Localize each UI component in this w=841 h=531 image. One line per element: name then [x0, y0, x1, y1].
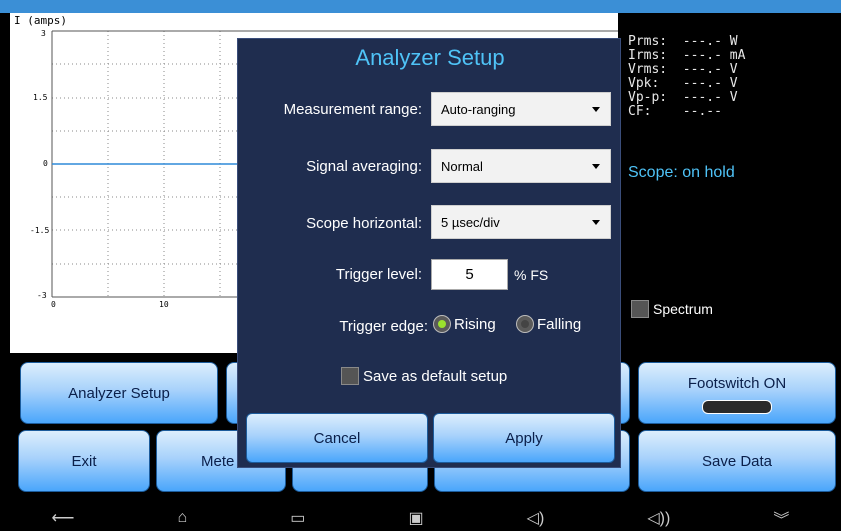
save-default-checkbox[interactable] [341, 367, 359, 385]
spectrum-label: Spectrum [653, 301, 713, 317]
y-tick-label: -3 [37, 291, 47, 300]
menu-icon[interactable]: ︾ [773, 506, 789, 530]
y-tick-label: 0 [43, 159, 48, 168]
dropdown-arrow-icon [592, 220, 600, 225]
x-tick-label: 0 [51, 300, 56, 309]
analyzer-setup-button[interactable]: Analyzer Setup [20, 362, 218, 424]
home-icon[interactable]: ⌂ [178, 509, 188, 527]
analyzer-setup-dialog: Analyzer Setup Measurement range: Auto-r… [237, 38, 621, 468]
trigger-edge-label: Trigger edge: [339, 318, 428, 335]
spectrum-toggle[interactable]: Spectrum [631, 300, 713, 318]
falling-label: Falling [537, 315, 582, 333]
trigger-edge-falling-option[interactable]: Falling [516, 315, 581, 333]
trigger-level-input[interactable]: 5 [431, 259, 508, 290]
screenshot-icon[interactable]: ▣ [408, 508, 423, 528]
dialog-title: Analyzer Setup [355, 45, 505, 70]
save-data-button[interactable]: Save Data [638, 430, 836, 492]
footswitch-label: Footswitch ON [687, 375, 787, 392]
dropdown-arrow-icon [592, 164, 600, 169]
falling-radio[interactable] [516, 315, 534, 333]
apply-button[interactable]: Apply [433, 413, 615, 463]
measurement-range-value: Auto-ranging [441, 101, 516, 117]
rising-radio[interactable] [433, 315, 451, 333]
footswitch-button[interactable]: Footswitch ON [638, 362, 836, 424]
measurement-readouts: Prms: ---.- W Irms: ---.- mA Vrms: ---.-… [628, 35, 833, 119]
readout-cf: CF: --.-- [628, 104, 722, 119]
readout-prms: Prms: ---.- W [628, 34, 738, 49]
readout-vrms: Vrms: ---.- V [628, 62, 738, 77]
dropdown-arrow-icon [592, 107, 600, 112]
y-tick-label: 1.5 [33, 93, 48, 102]
trigger-level-label: Trigger level: [335, 266, 422, 283]
spectrum-checkbox[interactable] [631, 300, 649, 318]
exit-button[interactable]: Exit [18, 430, 150, 492]
scope-status: Scope: on hold [628, 164, 735, 181]
top-status-bar [0, 0, 841, 13]
save-default-label: Save as default setup [363, 367, 508, 385]
footswitch-indicator [702, 400, 772, 414]
measurement-range-label: Measurement range: [283, 101, 422, 118]
system-navigation-bar: ⟵ ⌂ ▭ ▣ ◁) ◁)) ︾ [0, 505, 841, 531]
radio-unselected-dot [521, 320, 529, 328]
measurement-range-select[interactable]: Auto-ranging [431, 92, 611, 126]
readout-vpk: Vpk: ---.- V [628, 76, 738, 91]
volume-up-icon[interactable]: ◁)) [647, 508, 670, 528]
y-tick-label: -1.5 [30, 226, 50, 235]
volume-down-icon[interactable]: ◁) [527, 508, 545, 528]
trigger-level-unit: % FS [514, 267, 549, 283]
x-tick-label: 10 [159, 300, 169, 309]
back-icon[interactable]: ⟵ [52, 508, 75, 528]
trigger-edge-rising-option[interactable]: Rising [433, 315, 496, 333]
scope-horizontal-label: Scope horizontal: [306, 215, 422, 232]
readout-irms: Irms: ---.- mA [628, 48, 746, 63]
scope-horizontal-value: 5 µsec/div [441, 214, 500, 230]
signal-averaging-select[interactable]: Normal [431, 149, 611, 183]
signal-averaging-value: Normal [441, 158, 483, 174]
save-default-option[interactable]: Save as default setup [341, 367, 507, 385]
y-tick-label: 3 [41, 29, 46, 38]
rising-label: Rising [454, 315, 496, 333]
scope-axis-title: I (amps) [14, 14, 67, 27]
cancel-button[interactable]: Cancel [246, 413, 428, 463]
signal-averaging-label: Signal averaging: [306, 158, 422, 175]
scope-horizontal-select[interactable]: 5 µsec/div [431, 205, 611, 239]
readout-vpp: Vp-p: ---.- V [628, 90, 738, 105]
radio-selected-dot [438, 320, 446, 328]
recents-icon[interactable]: ▭ [290, 508, 305, 528]
